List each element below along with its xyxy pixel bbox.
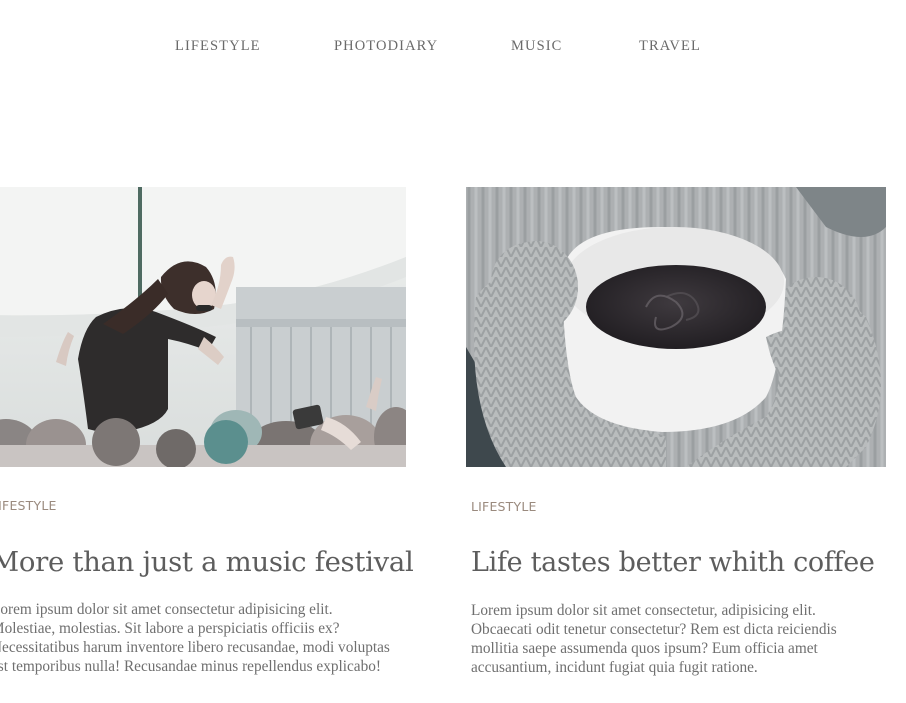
excerpt-line: Molestiae, molestias. Sit labore a persp… [0,620,340,637]
nav-link-music[interactable]: MUSIC [511,38,562,55]
post-image-festival[interactable] [0,187,406,467]
excerpt-line: accusantium, incidunt fugiat quia fugit … [471,659,758,676]
festival-crowd-photo [0,187,406,467]
post-title[interactable]: More than just a music festival [0,544,414,580]
nav-link-photodiary[interactable]: PHOTODIARY [334,38,438,55]
nav-link-travel[interactable]: TRAVEL [639,38,701,55]
excerpt-line: Lorem ipsum dolor sit amet consectetur, … [471,602,816,619]
excerpt-line: Obcaecati odit tenetur consectetur? Rem … [471,621,837,638]
excerpt-line: mollitia saepe assumenda quos ipsum? Eum… [471,640,818,657]
post-excerpt: Lorem ipsum dolor sit amet consectetur, … [466,601,891,677]
coffee-in-mittens-photo [466,187,886,467]
excerpt-line: Necessitatibus harum inventore libero re… [0,639,390,656]
post-card-music-festival: LIFESTYLE More than just a music festiva… [0,187,414,676]
excerpt-line: est temporibus nulla! Recusandae minus r… [0,658,381,675]
post-category[interactable]: LIFESTYLE [466,498,886,516]
nav-link-lifestyle[interactable]: LIFESTYLE [175,38,261,55]
excerpt-line: Lorem ipsum dolor sit amet consectetur a… [0,601,333,618]
post-title[interactable]: Life tastes better whith coffee [466,545,886,581]
post-category[interactable]: LIFESTYLE [0,497,406,515]
post-excerpt: Lorem ipsum dolor sit amet consectetur a… [0,600,411,676]
post-image-coffee[interactable] [466,187,886,467]
post-card-coffee: LIFESTYLE Life tastes better whith coffe… [466,187,886,677]
top-navigation: LIFESTYLE PHOTODIARY MUSIC TRAVEL [0,38,906,58]
